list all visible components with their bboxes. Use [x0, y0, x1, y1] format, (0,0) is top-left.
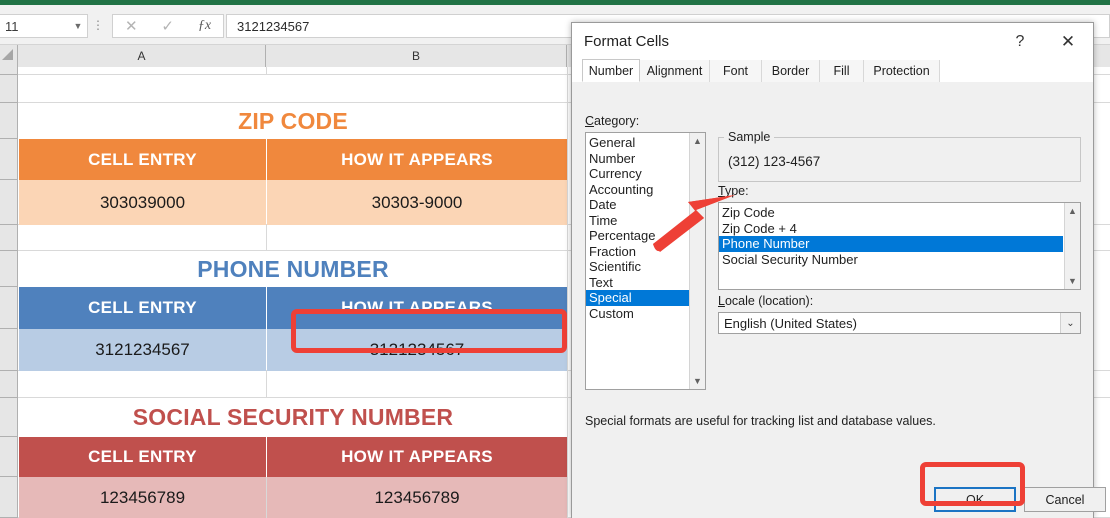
- formula-action-buttons: ✕ ✓ ƒx: [112, 14, 224, 38]
- row-header[interactable]: [0, 329, 18, 371]
- fx-icon[interactable]: ƒx: [198, 19, 211, 33]
- ssn-section-title: SOCIAL SECURITY NUMBER: [132, 404, 454, 430]
- ssn-cell-entry-header: CELL ENTRY: [19, 437, 266, 477]
- tab-alignment[interactable]: Alignment: [640, 60, 710, 82]
- type-item[interactable]: Zip Code + 4: [719, 221, 1063, 237]
- category-item[interactable]: Scientific: [586, 259, 689, 275]
- row-header[interactable]: [0, 371, 18, 398]
- category-item[interactable]: Percentage: [586, 228, 689, 244]
- question-mark-icon[interactable]: ?: [1007, 31, 1033, 53]
- chevron-down-icon[interactable]: ▼: [69, 21, 87, 31]
- tab-border[interactable]: Border: [762, 60, 820, 82]
- category-item[interactable]: Number: [586, 151, 689, 167]
- category-item[interactable]: Currency: [586, 166, 689, 182]
- category-item[interactable]: Date: [586, 197, 689, 213]
- column-header-a[interactable]: A: [18, 45, 266, 67]
- format-cells-dialog: Format Cells ? ✕ Number Alignment Font B…: [571, 22, 1106, 518]
- category-item[interactable]: Custom: [586, 306, 689, 322]
- phone-how-it-appears-value[interactable]: 3121234567: [267, 329, 567, 371]
- type-item[interactable]: Zip Code: [719, 205, 1063, 221]
- row-header[interactable]: [0, 180, 18, 225]
- row-header-column: [0, 67, 18, 518]
- chevron-up-icon[interactable]: ▲: [690, 133, 705, 149]
- zip-cell-entry-value[interactable]: 303039000: [19, 180, 266, 225]
- row-header[interactable]: [0, 225, 18, 251]
- zip-how-it-appears-header: HOW IT APPEARS: [267, 139, 567, 180]
- row-header[interactable]: [0, 477, 18, 518]
- row-header[interactable]: [0, 103, 18, 139]
- phone-how-it-appears-header: HOW IT APPEARS: [267, 287, 567, 329]
- chevron-down-icon[interactable]: ▼: [690, 373, 705, 389]
- sample-value: (312) 123-4567: [728, 154, 821, 169]
- chevron-up-icon[interactable]: ▲: [1065, 203, 1080, 219]
- sample-label: Sample: [724, 130, 775, 144]
- zip-cell-entry-header: CELL ENTRY: [19, 139, 266, 180]
- ssn-cell-entry-value[interactable]: 123456789: [19, 477, 266, 518]
- chevron-down-icon[interactable]: ⌄: [1060, 313, 1080, 333]
- category-item[interactable]: Accounting: [586, 182, 689, 198]
- ok-button[interactable]: OK: [934, 487, 1016, 512]
- name-box[interactable]: 11 ▼: [0, 14, 88, 38]
- ssn-how-it-appears-header: HOW IT APPEARS: [267, 437, 567, 477]
- row-header[interactable]: [0, 398, 18, 437]
- row-header[interactable]: [0, 287, 18, 329]
- excel-window: 11 ▼ ⋮ ✕ ✓ ƒx 3121234567 A B ZIP CODE CE…: [0, 0, 1110, 518]
- type-listbox[interactable]: ▲ ▼ Zip Code Zip Code + 4 Phone Number S…: [718, 202, 1081, 290]
- dialog-body: Category: ▲ ▼ General Number Currency Ac…: [572, 82, 1106, 518]
- check-icon[interactable]: ✓: [161, 19, 174, 34]
- locale-label: Locale (location):: [718, 294, 814, 308]
- type-item-phone-number[interactable]: Phone Number: [719, 236, 1063, 252]
- dialog-titlebar: Format Cells ? ✕: [572, 23, 1093, 60]
- tab-font[interactable]: Font: [710, 60, 762, 82]
- zip-code-section-title: ZIP CODE: [238, 107, 348, 134]
- close-icon[interactable]: ✕: [1053, 31, 1083, 53]
- cancel-button[interactable]: Cancel: [1024, 487, 1106, 512]
- name-box-value: 11: [5, 18, 19, 34]
- category-label: Category:: [585, 114, 640, 128]
- ssn-how-it-appears-value[interactable]: 123456789: [267, 477, 567, 518]
- select-all-triangle-icon: [2, 49, 13, 60]
- zip-how-it-appears-value[interactable]: 30303-9000: [267, 180, 567, 225]
- locale-value: English (United States): [724, 315, 857, 331]
- phone-number-section-title: PHONE NUMBER: [197, 255, 389, 282]
- close-icon[interactable]: ✕: [125, 19, 138, 34]
- tab-protection[interactable]: Protection: [864, 60, 940, 82]
- tab-number[interactable]: Number: [582, 59, 640, 82]
- select-all-corner[interactable]: [0, 45, 18, 67]
- dialog-tabstrip: Number Alignment Font Border Fill Protec…: [572, 59, 1093, 83]
- type-label: Type:: [718, 184, 749, 198]
- formula-value: 3121234567: [237, 18, 310, 34]
- category-item[interactable]: Fraction: [586, 244, 689, 260]
- phone-cell-entry-header: CELL ENTRY: [19, 287, 266, 329]
- tab-fill[interactable]: Fill: [820, 60, 864, 82]
- locale-combobox[interactable]: English (United States) ⌄: [718, 312, 1081, 334]
- row-header[interactable]: [0, 67, 18, 75]
- row-header[interactable]: [0, 139, 18, 180]
- type-scrollbar[interactable]: ▲ ▼: [1064, 203, 1080, 289]
- category-item[interactable]: Text: [586, 275, 689, 291]
- category-item-special[interactable]: Special: [586, 290, 689, 306]
- type-item[interactable]: Social Security Number: [719, 252, 1063, 268]
- category-scrollbar[interactable]: ▲ ▼: [689, 133, 705, 389]
- category-listbox[interactable]: ▲ ▼ General Number Currency Accounting D…: [585, 132, 706, 390]
- row-header[interactable]: [0, 437, 18, 477]
- dialog-title: Format Cells: [584, 33, 670, 50]
- phone-cell-entry-value[interactable]: 3121234567: [19, 329, 266, 371]
- category-item[interactable]: Time: [586, 213, 689, 229]
- category-item[interactable]: General: [586, 135, 689, 151]
- formula-bar-grip[interactable]: ⋮: [92, 19, 104, 31]
- row-header[interactable]: [0, 75, 18, 103]
- column-header-b[interactable]: B: [266, 45, 567, 67]
- format-description: Special formats are useful for tracking …: [585, 414, 936, 428]
- chevron-down-icon[interactable]: ▼: [1065, 273, 1080, 289]
- row-header[interactable]: [0, 251, 18, 287]
